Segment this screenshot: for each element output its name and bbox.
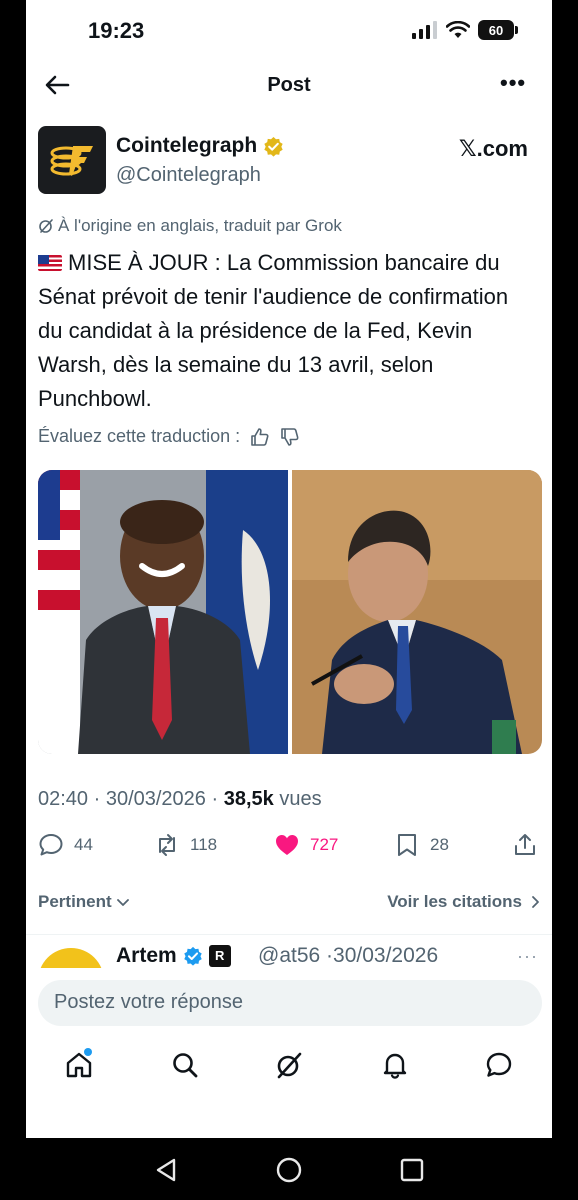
divider [26, 934, 552, 935]
cointelegraph-logo-icon [50, 146, 93, 176]
tweet-text: MISE À JOUR : La Commission bancaire du … [38, 250, 509, 411]
tab-home[interactable] [64, 1048, 98, 1084]
repost-count: 118 [190, 835, 218, 854]
bookmark-button[interactable]: 28 [394, 832, 449, 858]
share-button[interactable] [512, 832, 538, 858]
page-title: Post [267, 74, 311, 96]
tab-notifications[interactable] [380, 1050, 414, 1084]
reply-date: ·30/03/2026 [326, 944, 439, 967]
tab-messages[interactable] [484, 1050, 518, 1084]
tweet-actions: 44 118 727 28 [38, 832, 542, 862]
home-notification-dot [84, 1048, 92, 1056]
top-bar: Post ••• [26, 62, 552, 108]
recents-square-icon[interactable] [398, 1156, 426, 1184]
battery-level: 60 [488, 22, 504, 38]
reply-item[interactable]: Artem R @at56 ·30/03/2026 ··· [38, 944, 542, 970]
sort-dropdown[interactable]: Pertinent [38, 892, 130, 912]
grok-icon [39, 219, 53, 233]
share-icon [515, 834, 535, 855]
reply-handle-row: @at56 ·30/03/2026 [258, 944, 438, 968]
status-time: 19:23 [88, 18, 145, 43]
wifi-icon [446, 21, 470, 38]
tweet-timestamp: 02:40 · 30/03/2026 · [38, 788, 224, 810]
author-name: Cointelegraph [116, 134, 258, 157]
reply-avatar[interactable] [38, 948, 104, 970]
replies-filter-row: Pertinent Voir les citations [38, 892, 542, 916]
tweet-media[interactable] [38, 470, 542, 754]
verified-badge-icon [264, 136, 283, 157]
rate-label: Évaluez cette traduction : [38, 426, 241, 446]
android-nav-bar [0, 1138, 578, 1200]
reply-composer-bar: Postez votre réponse [26, 968, 552, 1032]
translation-note[interactable]: À l'origine en anglais, traduit par Grok [38, 216, 342, 236]
notifications-icon [383, 1053, 407, 1079]
views-label: vues [273, 788, 322, 810]
heart-icon [276, 835, 298, 855]
quotes-label: Voir les citations [387, 892, 522, 911]
repost-icon [159, 834, 175, 856]
reply-author-row[interactable]: Artem R [116, 944, 231, 968]
us-flag-icon [38, 255, 62, 271]
status-bar: 19:23 60 [26, 0, 552, 62]
rate-translation-row: Évaluez cette traduction : [38, 426, 300, 447]
reply-input[interactable]: Postez votre réponse [38, 980, 542, 1026]
home-circle-icon[interactable] [275, 1156, 303, 1184]
author-avatar[interactable] [38, 126, 106, 194]
battery-icon: 60 [478, 20, 518, 40]
bookmark-count: 28 [430, 835, 449, 854]
search-icon [173, 1053, 198, 1078]
chevron-down-icon [116, 899, 129, 906]
reply-icon [39, 834, 63, 856]
author-name-row[interactable]: Cointelegraph [116, 134, 284, 158]
tweet-text-block: MISE À JOUR : La Commission bancaire du … [38, 246, 538, 416]
back-triangle-icon[interactable] [152, 1156, 180, 1184]
chevron-right-icon [532, 896, 539, 908]
sort-label: Pertinent [38, 892, 112, 911]
bottom-tab-bar [26, 1040, 552, 1100]
app-screen: 19:23 60 Post ••• Cointelegraph @Cointel… [26, 0, 552, 1138]
reply-more-icon[interactable]: ··· [517, 946, 538, 967]
thumbs-up-icon[interactable] [250, 427, 270, 447]
photo-left[interactable] [38, 470, 288, 754]
reply-button[interactable]: 44 [38, 832, 93, 858]
messages-icon [486, 1052, 512, 1077]
portrait-senator-image [38, 470, 288, 754]
photo-right[interactable] [292, 470, 542, 754]
reply-author-name: Artem [116, 944, 177, 967]
like-button[interactable]: 727 [274, 832, 338, 858]
bookmark-icon [398, 834, 416, 856]
portrait-warsh-image [292, 470, 542, 754]
tweet-meta: 02:40 · 30/03/2026 · 38,5k vues [38, 788, 322, 811]
repost-button[interactable]: 118 [154, 832, 217, 858]
like-count: 727 [310, 835, 339, 854]
reply-handle: @at56 [258, 944, 321, 967]
reply-count: 44 [74, 835, 93, 854]
thumbs-down-icon[interactable] [280, 427, 300, 447]
tab-grok[interactable] [274, 1050, 308, 1084]
translation-note-text: À l'origine en anglais, traduit par Grok [58, 216, 342, 235]
views-count: 38,5k [223, 788, 274, 810]
quotes-link[interactable]: Voir les citations [387, 892, 542, 912]
affiliate-badge-icon: R [208, 945, 231, 967]
more-icon[interactable]: ••• [500, 72, 530, 98]
status-icons: 60 [412, 20, 518, 40]
source-link[interactable]: 𝕏.com [459, 136, 528, 162]
grok-icon [277, 1052, 302, 1079]
signal-icon [412, 21, 437, 39]
author-handle[interactable]: @Cointelegraph [116, 164, 261, 187]
tab-search[interactable] [170, 1050, 204, 1084]
verified-badge-icon [183, 946, 202, 966]
